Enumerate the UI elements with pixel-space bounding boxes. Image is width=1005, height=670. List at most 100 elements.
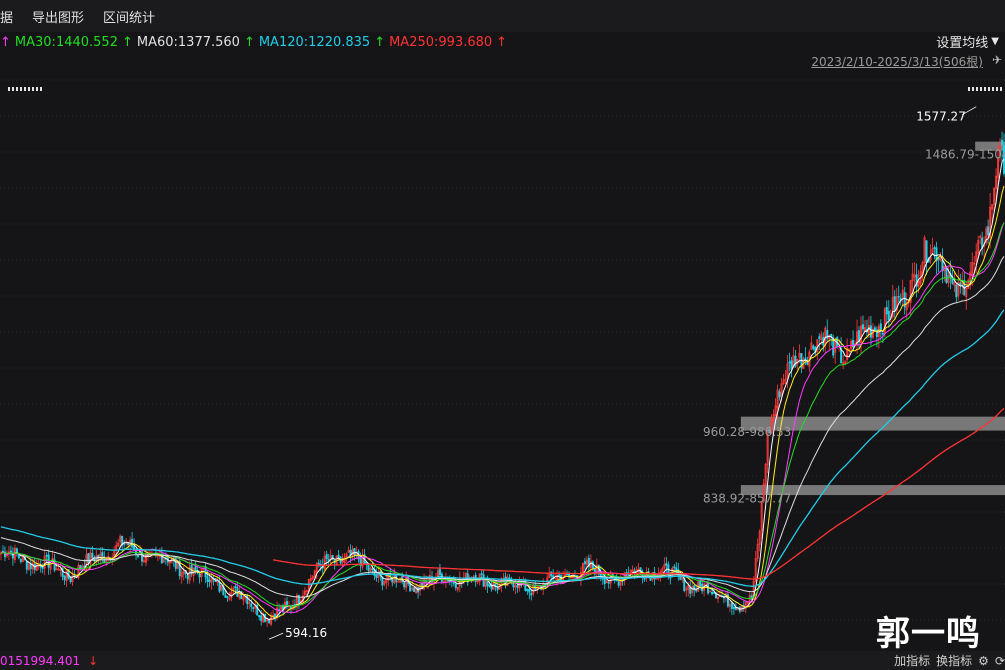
marker-tick [12,87,14,91]
marker-tick [968,87,970,91]
marker-tick [24,87,26,91]
candle-body [818,336,821,339]
candle-body [353,547,356,555]
marker-tick [32,87,34,91]
marker-tick [20,87,22,91]
chevron-down-icon: ▼ [991,36,999,47]
candle-body [268,619,271,624]
candle-body [788,361,791,364]
candle-body [438,568,441,576]
candle-body [516,585,519,588]
candle-body [397,581,400,583]
candle-body [486,581,489,587]
candle-body [9,550,12,553]
candle-body [250,603,253,607]
candle-body [558,574,561,577]
marker-tick [16,87,18,91]
candle-body [186,574,189,580]
candle-body [327,558,330,561]
candle-body [218,582,221,592]
candle-body [17,554,20,559]
ma60-label: MA60:1377.560 [136,34,240,50]
marker-tick [988,87,990,91]
candle-body [711,591,714,595]
ma30-label: MA30:1440.552 [14,34,118,50]
candle-body [375,574,378,579]
marker-tick [980,87,982,91]
marker-tick [976,87,978,91]
candle-body [806,361,809,365]
candle-body [689,587,692,594]
candle-body [224,595,227,598]
candle-body [403,582,406,588]
candle-body [655,578,658,580]
candle-body [695,589,698,592]
marker-tick [984,87,986,91]
candle-body [198,573,201,578]
refresh-icon[interactable]: ⟳ [995,654,1005,668]
candle-body [63,575,66,580]
pin-icon[interactable]: ✈ [992,53,1002,67]
candle-body [933,247,936,249]
candle-body [371,568,374,571]
candle-body [137,555,140,557]
candle-body [897,296,900,298]
candle-body [526,588,529,592]
candle-body [583,561,586,565]
candle-body [488,584,491,587]
volume-down-arrow: ↓ [88,653,99,668]
candle-body [258,615,261,618]
marker-tick [36,87,38,91]
candle-body [603,578,606,584]
candle-body [45,554,48,557]
menu-item-data[interactable]: 据 [0,7,22,26]
gear-icon[interactable]: ⚙ [978,654,989,668]
candle-body [732,606,735,609]
ma30-arrow: ↑ [121,34,133,50]
candle-body [955,284,958,298]
ma120-arrow: ↑ [374,34,386,50]
candle-body [260,615,263,621]
marker-tick [28,87,30,91]
candle-body [730,602,733,609]
candle-body [69,577,72,582]
candle-body [885,307,888,315]
candle-body [25,560,28,570]
candle-body [812,345,815,350]
candle-body [673,566,676,569]
ma250-label: MA250:993.680 [389,34,493,50]
candlestick-chart[interactable]: 1577.27 594.16 1486.79-1504 960.28-986.53 83… [0,70,1005,650]
candle-body [208,579,211,582]
marker-tick [972,87,974,91]
leading-up-arrow: ↑ [0,34,11,50]
candle-body [879,323,882,331]
menu-item-export-chart[interactable]: 导出图形 [22,7,93,26]
settings-ma-button[interactable]: 设置均线 ▼ [936,32,999,51]
candle-body [699,580,702,587]
low-arrow [268,632,284,640]
ma120-label: MA120:1220.835 [258,34,371,50]
candle-body [893,296,896,311]
candle-body [91,552,94,559]
ma-line [0,222,1005,607]
menu-bar: 据 导出图形 区间统计 [0,0,1005,32]
zone-label: 960.28-986.53 [703,425,791,439]
candle-body [480,573,483,575]
candle-body [665,563,668,566]
zone-label: 1486.79-1504 [925,147,1005,161]
date-range-link[interactable]: 2023/2/10-2025/3/13(506根) [811,53,983,70]
candle-body [413,587,416,592]
candle-body [194,566,197,572]
marker-tick [40,87,42,91]
menu-item-range-stats[interactable]: 区间统计 [93,7,164,26]
marker-tick [8,87,10,91]
candle-body [925,240,928,263]
ma250-arrow: ↑ [496,34,508,50]
low-price-label: 594.16 [285,626,327,640]
candle-body [127,542,130,545]
candle-body [337,554,340,558]
marker-tick [996,87,998,91]
candle-body [861,324,864,330]
candle-body [1001,139,1004,146]
candle-body [226,595,229,598]
